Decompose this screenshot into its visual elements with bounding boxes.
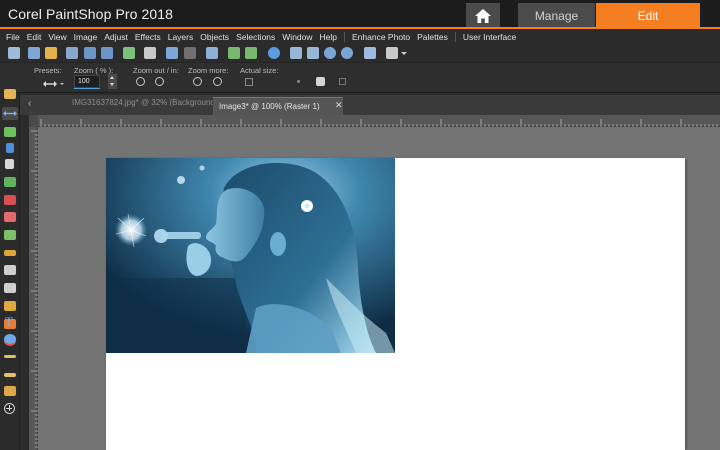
chevron-down-icon	[60, 83, 64, 85]
makeover-icon[interactable]	[4, 212, 16, 222]
preset-shape-icon[interactable]	[4, 334, 16, 344]
menu-selections[interactable]: Selections	[236, 32, 275, 42]
pick-tool-icon[interactable]	[2, 107, 18, 120]
option-dot-icon	[297, 80, 300, 83]
zoom-more-out-button[interactable]	[193, 77, 202, 86]
pan-hand-icon[interactable]	[4, 89, 16, 99]
workspace-menu-icon[interactable]	[386, 47, 398, 59]
menu-image[interactable]: Image	[74, 32, 98, 42]
vertical-ruler	[29, 127, 38, 450]
standard-toolbar	[0, 44, 720, 62]
menu-separator	[454, 31, 456, 42]
presets-label: Presets:	[34, 66, 62, 75]
menu-file[interactable]: File	[6, 32, 20, 42]
rotate-left-icon[interactable]	[228, 47, 240, 59]
share-icon[interactable]	[123, 47, 135, 59]
add-tool-icon[interactable]	[4, 403, 15, 414]
close-icon[interactable]: ✕	[335, 100, 343, 111]
menu-objects[interactable]: Objects	[200, 32, 229, 42]
fit-window-icon[interactable]	[290, 47, 302, 59]
menu-view[interactable]: View	[48, 32, 66, 42]
home-button[interactable]	[466, 3, 500, 28]
zoom-input-focus-line	[74, 88, 100, 89]
chevron-up-icon	[110, 76, 114, 79]
app-title: Corel PaintShop Pro 2018	[8, 6, 174, 22]
chevron-left-icon[interactable]: ‹	[28, 98, 31, 109]
document-tab-label: Image3* @ 100% (Raster 1)	[219, 102, 320, 111]
menu-edit[interactable]: Edit	[27, 32, 42, 42]
actual-size-button[interactable]	[245, 78, 253, 86]
zoom-out-in-label: Zoom out / in:	[133, 66, 179, 75]
zoom-input[interactable]: 100	[74, 75, 100, 88]
home-icon	[475, 8, 491, 23]
menu-user-interface[interactable]: User Interface	[463, 32, 516, 42]
save-icon[interactable]	[84, 47, 96, 59]
flood-fill-icon[interactable]	[4, 301, 16, 311]
selection-tool-icon[interactable]	[4, 127, 16, 137]
menu-window[interactable]: Window	[282, 32, 312, 42]
rotate-right-icon[interactable]	[245, 47, 257, 59]
zoom-more-in-button[interactable]	[213, 77, 222, 86]
tab-edit[interactable]: Edit	[596, 3, 700, 28]
menu-enhance-photo[interactable]: Enhance Photo	[352, 32, 410, 42]
zoom-out-icon[interactable]	[341, 47, 353, 59]
open-folder-icon[interactable]	[45, 47, 57, 59]
full-screen-icon[interactable]	[364, 47, 376, 59]
horizontal-ruler	[29, 115, 720, 128]
presets-dropdown[interactable]	[43, 78, 64, 90]
save-as-icon[interactable]	[101, 47, 113, 59]
gradient-icon[interactable]	[4, 283, 16, 293]
new-from-template-icon[interactable]	[28, 47, 40, 59]
menu-separator	[344, 31, 345, 42]
menu-bar: File Edit View Image Adjust Effects Laye…	[0, 29, 720, 44]
browse-icon[interactable]	[66, 47, 78, 59]
red-eye-icon[interactable]	[4, 195, 16, 205]
ruler-ticks	[31, 130, 38, 448]
photo-layer[interactable]	[106, 158, 395, 353]
crop-to-selection-icon[interactable]	[206, 47, 218, 59]
chevron-down-icon	[110, 83, 114, 86]
menu-palettes[interactable]: Palettes	[417, 32, 448, 42]
undo-icon[interactable]	[166, 47, 178, 59]
straighten-icon[interactable]	[4, 177, 16, 187]
photo-image	[106, 158, 395, 353]
print-icon[interactable]	[144, 47, 156, 59]
ruler-corner	[29, 115, 38, 127]
warp-brush-icon[interactable]	[4, 373, 16, 377]
title-bar: Corel PaintShop Pro 2018 Manage Edit	[0, 0, 720, 28]
zoom-in-icon[interactable]	[324, 47, 336, 59]
option-square-icon[interactable]	[339, 78, 346, 85]
zoom-more-label: Zoom more:	[188, 66, 229, 75]
clone-brush-icon[interactable]	[4, 230, 16, 240]
crop-icon[interactable]	[5, 159, 14, 169]
text-tool-icon[interactable]: T	[5, 315, 13, 328]
actual-size-label: Actual size:	[240, 66, 279, 75]
tools-toolbar: T	[0, 89, 20, 450]
zoom-out-button[interactable]	[136, 77, 145, 86]
fit-image-icon[interactable]	[307, 47, 319, 59]
document-tab-image3[interactable]: Image3* @ 100% (Raster 1)	[213, 97, 343, 115]
move-arrows-icon	[3, 111, 17, 116]
new-file-icon[interactable]	[8, 47, 20, 59]
eraser-icon[interactable]	[4, 265, 16, 275]
pan-tool-icon	[43, 81, 57, 87]
chevron-down-icon[interactable]	[401, 52, 407, 55]
document-tabs: ‹ IMG31637824.jpg* @ 32% (Background) Im…	[20, 95, 720, 115]
menu-layers[interactable]: Layers	[168, 32, 194, 42]
info-icon[interactable]	[268, 47, 280, 59]
dropper-icon[interactable]	[6, 143, 14, 153]
redo-icon[interactable]	[184, 47, 196, 59]
tab-manage[interactable]: Manage	[518, 3, 595, 28]
camera-icon[interactable]	[316, 77, 325, 86]
document-tab-img31637824[interactable]: IMG31637824.jpg* @ 32% (Background)	[72, 98, 218, 113]
paint-brush-icon[interactable]	[4, 250, 16, 256]
menu-help[interactable]: Help	[320, 32, 337, 42]
menu-adjust[interactable]: Adjust	[104, 32, 128, 42]
menu-effects[interactable]: Effects	[135, 32, 161, 42]
zoom-in-button[interactable]	[155, 77, 164, 86]
retouch-brush-icon[interactable]	[4, 386, 16, 396]
zoom-spinner[interactable]	[108, 74, 117, 89]
pen-tool-icon[interactable]	[4, 355, 16, 358]
